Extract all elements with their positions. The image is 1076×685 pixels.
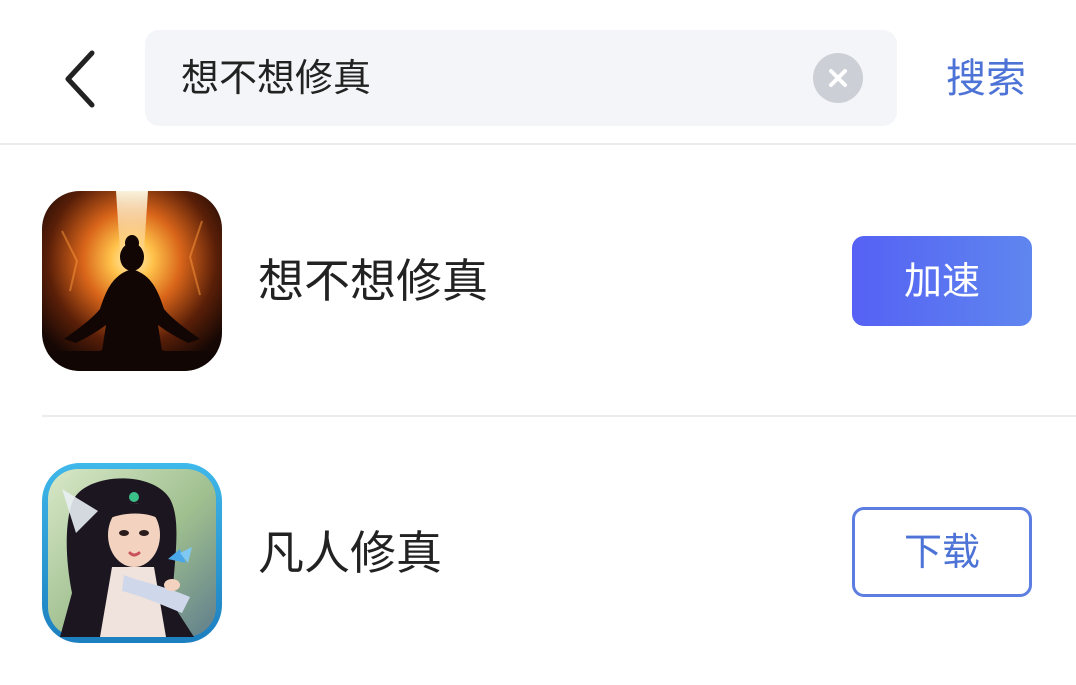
- cultivation-silhouette-icon: [42, 191, 222, 371]
- search-header: 搜索: [0, 0, 1076, 145]
- chevron-left-icon: [65, 50, 95, 108]
- list-item[interactable]: 凡人修真 下载: [0, 442, 1076, 672]
- search-bar: [145, 30, 897, 126]
- clear-search-button[interactable]: [813, 53, 863, 103]
- app-name: 凡人修真: [258, 526, 442, 580]
- download-button[interactable]: 下载: [852, 507, 1032, 597]
- fantasy-heroine-icon: [42, 463, 222, 643]
- back-button[interactable]: [52, 44, 108, 114]
- divider: [42, 415, 1076, 417]
- search-button[interactable]: 搜索: [930, 44, 1042, 114]
- accelerate-button[interactable]: 加速: [852, 236, 1032, 326]
- app-name: 想不想修真: [258, 254, 488, 308]
- close-icon: [829, 69, 847, 87]
- search-input[interactable]: [181, 30, 801, 126]
- list-item[interactable]: 想不想修真 加速: [0, 170, 1076, 400]
